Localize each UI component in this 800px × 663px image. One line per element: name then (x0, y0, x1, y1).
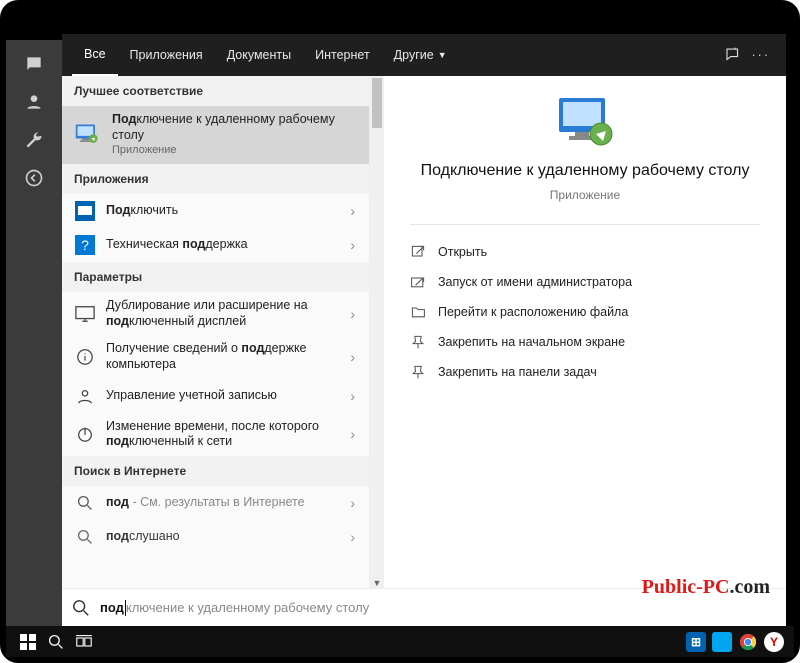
admin-icon (410, 274, 426, 290)
start-button[interactable] (10, 626, 46, 657)
chat-icon[interactable] (24, 54, 44, 74)
chevron-right-icon: › (346, 388, 359, 404)
rdp-large-icon (551, 94, 619, 150)
preview-subtitle: Приложение (404, 188, 766, 202)
search-suggestion: ключение к удаленному рабочему столу (126, 600, 369, 615)
action-open[interactable]: Открыть (402, 237, 768, 267)
match-rest: ключение к удаленному рабочему столу (112, 112, 335, 142)
tray-icon[interactable] (712, 632, 732, 652)
connect-icon (74, 200, 96, 222)
app-result[interactable]: ? Техническая поддержка › (62, 228, 369, 262)
best-match-result[interactable]: Подключение к удаленному рабочему столу … (62, 106, 369, 164)
task-view-button[interactable] (66, 626, 102, 657)
info-icon (74, 346, 96, 368)
web-result[interactable]: подслушано › (62, 520, 369, 554)
watermark: Public-PC.com (642, 576, 770, 599)
scroll-down-icon[interactable]: ▼ (370, 578, 384, 588)
section-web: Поиск в Интернете (62, 456, 369, 486)
match-sub: Приложение (112, 144, 359, 158)
chevron-right-icon: › (346, 306, 359, 322)
pin-icon (410, 364, 426, 380)
chevron-down-icon: ▼ (438, 50, 447, 60)
tray-icon[interactable]: ⊞ (686, 632, 706, 652)
search-tabs: Все Приложения Документы Интернет Другие… (62, 34, 786, 76)
search-typed: под (100, 600, 124, 615)
setting-result[interactable]: Получение сведений о поддержке компьютер… (62, 335, 369, 378)
chevron-right-icon: › (346, 349, 359, 365)
tab-all[interactable]: Все (72, 34, 118, 76)
svg-text:?: ? (81, 237, 89, 253)
section-apps: Приложения (62, 164, 369, 194)
feedback-icon[interactable] (724, 46, 742, 64)
preview-title: Подключение к удаленному рабочему столу (404, 160, 766, 182)
web-result[interactable]: под - См. результаты в Интернете › (62, 486, 369, 520)
pin-icon (410, 334, 426, 350)
setting-result[interactable]: Дублирование или расширение на подключен… (62, 292, 369, 335)
chevron-right-icon: › (346, 237, 359, 253)
action-pin-start[interactable]: Закрепить на начальном экране (402, 327, 768, 357)
action-pin-taskbar[interactable]: Закрепить на панели задач (402, 357, 768, 387)
search-icon (74, 492, 96, 514)
match-bold: Под (112, 112, 136, 126)
system-tray: ⊞ Y (686, 632, 790, 652)
results-column: Лучшее соответствие Подключение к удален… (62, 76, 370, 588)
cortana-rail (6, 40, 62, 630)
chevron-right-icon: › (346, 529, 359, 545)
open-icon (410, 244, 426, 260)
chevron-right-icon: › (346, 203, 359, 219)
more-icon[interactable]: ··· (752, 48, 771, 62)
power-icon (74, 423, 96, 445)
chevron-right-icon: › (346, 495, 359, 511)
folder-icon (410, 304, 426, 320)
tab-web[interactable]: Интернет (303, 34, 382, 76)
preview-pane: Подключение к удаленному рабочему столу … (384, 76, 786, 588)
taskbar: ⊞ Y (6, 626, 794, 657)
scroll-thumb[interactable] (372, 78, 382, 128)
action-file-location[interactable]: Перейти к расположению файла (402, 297, 768, 327)
section-settings: Параметры (62, 262, 369, 292)
tray-yandex-icon[interactable]: Y (764, 632, 784, 652)
search-icon (74, 526, 96, 548)
account-icon (74, 385, 96, 407)
tab-apps[interactable]: Приложения (118, 34, 215, 76)
taskbar-search-icon[interactable] (46, 626, 66, 657)
tray-chrome-icon[interactable] (738, 632, 758, 652)
scrollbar[interactable]: ▲ ▼ (370, 76, 384, 588)
tab-more[interactable]: Другие▼ (382, 34, 459, 76)
setting-result[interactable]: Изменение времени, после которого подклю… (62, 413, 369, 456)
search-panel: Все Приложения Документы Интернет Другие… (62, 34, 786, 626)
support-icon: ? (74, 234, 96, 256)
divider (410, 224, 760, 225)
setting-result[interactable]: Управление учетной записью › (62, 379, 369, 413)
display-icon (74, 303, 96, 325)
search-icon (72, 599, 90, 617)
action-run-admin[interactable]: Запуск от имени администратора (402, 267, 768, 297)
chevron-right-icon: › (346, 426, 359, 442)
person-icon[interactable] (24, 92, 44, 112)
back-icon[interactable] (24, 168, 44, 188)
rdp-icon (74, 121, 102, 149)
app-result[interactable]: Подключить › (62, 194, 369, 228)
section-best-match: Лучшее соответствие (62, 76, 369, 106)
tab-docs[interactable]: Документы (215, 34, 303, 76)
wrench-icon[interactable] (24, 130, 44, 150)
